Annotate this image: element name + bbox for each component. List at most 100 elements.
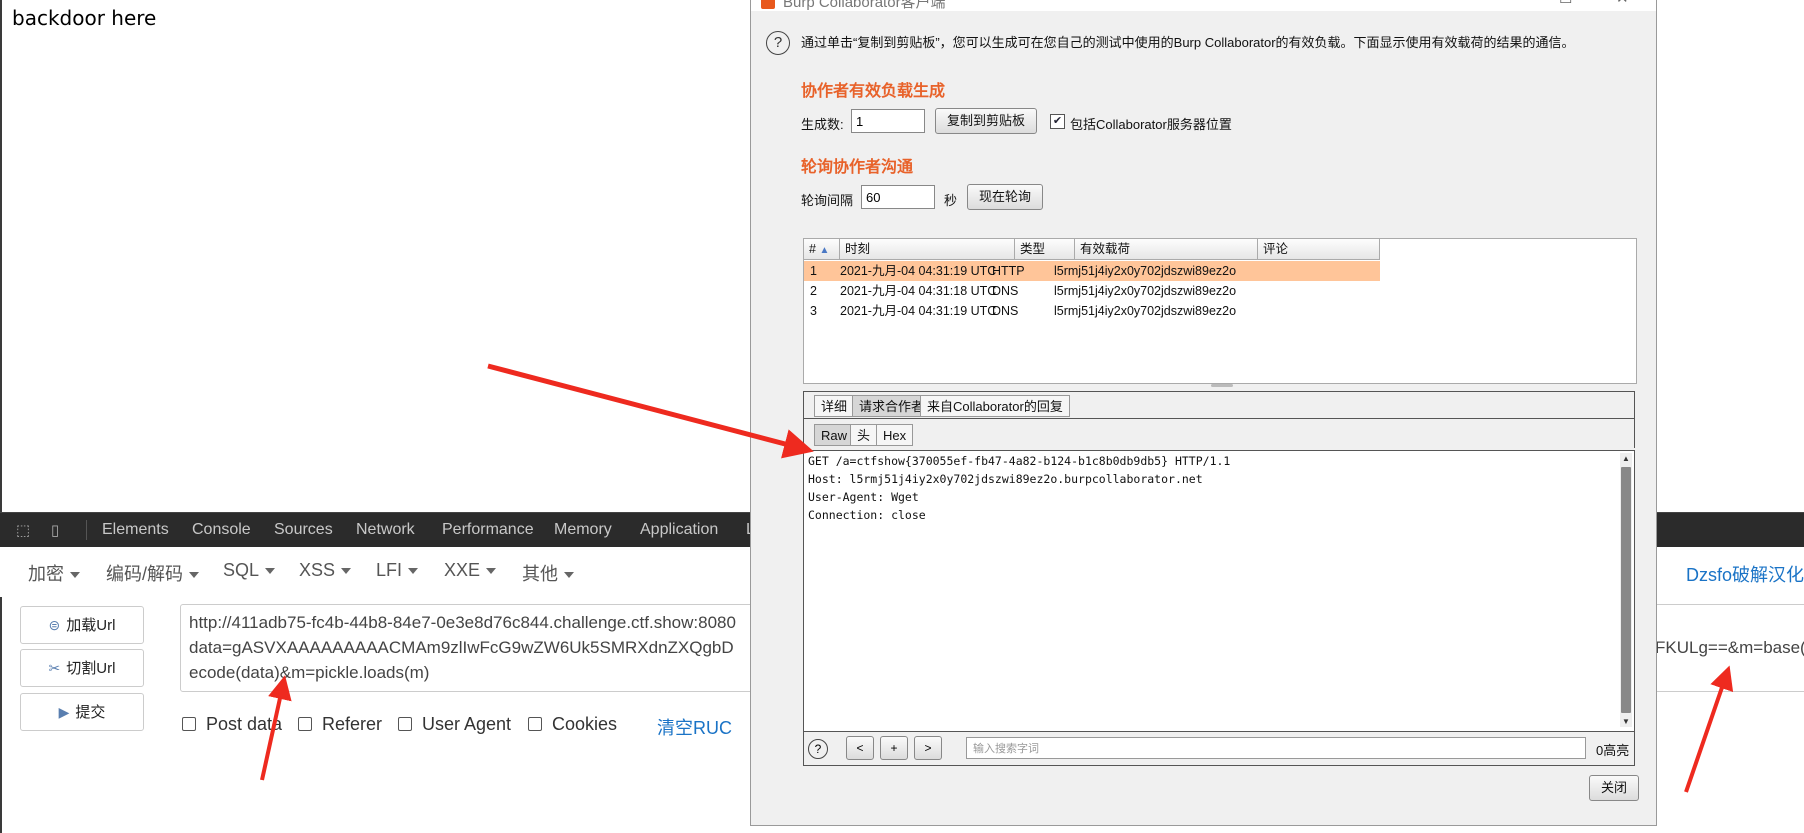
- url-line: http://411adb75-fc4b-44b8-84e7-0e3e8d76c…: [189, 613, 736, 632]
- menu-sql[interactable]: SQL: [223, 560, 276, 581]
- tab-raw[interactable]: Raw: [814, 424, 855, 446]
- close-button[interactable]: 关闭: [1589, 775, 1639, 801]
- tab-application[interactable]: Application: [640, 513, 718, 547]
- vertical-scrollbar[interactable]: ▲ ▼: [1620, 453, 1632, 727]
- tab-headers[interactable]: 头: [850, 424, 878, 446]
- post-data-option[interactable]: Post data: [182, 714, 282, 735]
- split-url-label: 切割Url: [66, 660, 116, 677]
- menu-encrypt[interactable]: 加密: [28, 560, 80, 586]
- referer-checkbox[interactable]: [298, 717, 312, 731]
- request-line: GET /a=ctfshow{370055ef-fb47-4a82-b124-b…: [808, 454, 1231, 468]
- search-bar: ? < + > 输入搜索字词 0高亮: [803, 732, 1635, 766]
- load-url-button[interactable]: ⊜ 加载Url: [20, 606, 144, 644]
- tab-elements[interactable]: Elements: [102, 513, 169, 547]
- menu-label: SQL: [223, 560, 260, 580]
- column-header-comment[interactable]: 评论: [1258, 239, 1380, 260]
- menu-encode[interactable]: 编码/解码: [106, 560, 200, 586]
- referer-option[interactable]: Referer: [298, 714, 382, 735]
- chevron-down-icon: [341, 568, 352, 575]
- table-row[interactable]: 1 2021-九月-04 04:31:19 UTC HTTP l5rmj51j4…: [804, 261, 1380, 281]
- column-header-number[interactable]: # ▲: [804, 239, 840, 260]
- user-agent-checkbox[interactable]: [398, 717, 412, 731]
- highlight-count: 0高亮: [1596, 743, 1630, 758]
- copy-to-clipboard-button[interactable]: 复制到剪贴板: [935, 108, 1037, 134]
- menu-label: 加密: [28, 564, 64, 584]
- minimize-icon[interactable]: —: [1503, 0, 1518, 6]
- cookies-label: Cookies: [552, 714, 618, 734]
- cookies-checkbox[interactable]: [528, 717, 542, 731]
- scroll-up-icon[interactable]: ▲: [1622, 454, 1630, 463]
- request-editor[interactable]: GET /a=ctfshow{370055ef-fb47-4a82-b124-b…: [803, 450, 1635, 732]
- poll-unit-label: 秒: [944, 193, 958, 208]
- tab-console[interactable]: Console: [192, 513, 251, 547]
- request-line: User-Agent: Wget: [808, 490, 919, 504]
- poll-interval-input[interactable]: 60: [861, 185, 935, 209]
- include-location-checkbox[interactable]: ✔: [1050, 114, 1065, 129]
- cell-type: DNS: [992, 304, 1019, 318]
- menu-xss[interactable]: XSS: [299, 560, 352, 581]
- post-data-checkbox[interactable]: [182, 717, 196, 731]
- cell-number: 2: [810, 284, 817, 298]
- window-title: Burp Collaborator客户端: [783, 0, 946, 11]
- search-input[interactable]: 输入搜索字词: [966, 737, 1586, 759]
- menu-xxe[interactable]: XXE: [444, 560, 497, 581]
- generate-count-input[interactable]: 1: [851, 109, 925, 133]
- tab-memory[interactable]: Memory: [554, 513, 612, 547]
- cell-time: 2021-九月-04 04:31:19 UTC: [840, 264, 997, 278]
- referer-label: Referer: [322, 714, 383, 734]
- page-text: backdoor here: [12, 6, 157, 30]
- inspect-icon[interactable]: ⬚: [14, 521, 32, 539]
- device-toggle-icon[interactable]: ▯: [46, 521, 64, 539]
- user-agent-label: User Agent: [422, 714, 512, 734]
- column-header-type[interactable]: 类型: [1015, 239, 1075, 260]
- cell-time: 2021-九月-04 04:31:19 UTC: [840, 304, 997, 318]
- column-label: #: [809, 242, 816, 256]
- tab-response[interactable]: 来自Collaborator的回复: [920, 395, 1070, 417]
- table-row[interactable]: 3 2021-九月-04 04:31:19 UTC DNS l5rmj51j4i…: [804, 301, 1380, 321]
- request-line: Host: l5rmj51j4iy2x0y702jdszwi89ez2o.bur…: [808, 472, 1203, 486]
- menu-label: LFI: [376, 560, 403, 580]
- post-data-label: Post data: [206, 714, 283, 734]
- split-pane-handle[interactable]: [1211, 384, 1233, 387]
- cookies-option[interactable]: Cookies: [528, 714, 617, 735]
- table-row[interactable]: 2 2021-九月-04 04:31:18 UTC DNS l5rmj51j4i…: [804, 281, 1380, 301]
- chevron-down-icon: [408, 568, 419, 575]
- scroll-down-icon[interactable]: ▼: [1622, 717, 1630, 726]
- url-line-tail: FKULg==&m=base(: [1655, 638, 1804, 657]
- sort-ascending-icon: ▲: [819, 245, 830, 256]
- column-header-time[interactable]: 时刻: [840, 239, 1015, 260]
- user-agent-option[interactable]: User Agent: [398, 714, 511, 735]
- clear-link[interactable]: 清空RUC: [657, 714, 732, 740]
- tab-details[interactable]: 详细: [814, 395, 855, 417]
- next-button[interactable]: >: [914, 736, 942, 760]
- detail-tabs: 详细 请求合作者 来自Collaborator的回复: [803, 391, 1635, 418]
- tab-network[interactable]: Network: [356, 513, 415, 547]
- menu-label: 编码/解码: [106, 564, 184, 584]
- close-icon[interactable]: ✕: [1616, 0, 1629, 7]
- help-icon[interactable]: ?: [808, 739, 828, 759]
- poll-section-title: 轮询协作者沟通: [801, 159, 914, 176]
- poll-now-button[interactable]: 现在轮询: [967, 184, 1043, 210]
- brand-link[interactable]: Dzsfo破解汉化: [1686, 561, 1804, 587]
- add-button[interactable]: +: [880, 736, 908, 760]
- window-edge: [0, 0, 2, 833]
- menu-other[interactable]: 其他: [522, 560, 574, 586]
- tab-performance[interactable]: Performance: [442, 513, 534, 547]
- cell-number: 3: [810, 304, 817, 318]
- cell-payload: l5rmj51j4iy2x0y702jdszwi89ez2o: [1054, 264, 1237, 278]
- chevron-down-icon: [70, 572, 80, 579]
- submit-button[interactable]: ▶ 提交: [20, 693, 144, 731]
- tab-hex[interactable]: Hex: [876, 424, 914, 446]
- menu-lfi[interactable]: LFI: [376, 560, 419, 581]
- tab-sources[interactable]: Sources: [274, 513, 333, 547]
- cell-number: 1: [810, 264, 817, 278]
- maximize-icon[interactable]: ☐: [1559, 0, 1572, 7]
- url-line: ecode(data)&m=pickle.loads(m): [189, 663, 430, 682]
- interactions-table: # ▲ 时刻 类型 有效载荷 评论 1 2021-九月-04 04:31:19 …: [803, 238, 1637, 384]
- column-header-payload[interactable]: 有效载荷: [1075, 239, 1258, 260]
- cell-type: DNS: [992, 284, 1019, 298]
- split-url-button[interactable]: ✂ 切割Url: [20, 649, 144, 687]
- scrollbar-thumb[interactable]: [1621, 467, 1631, 713]
- previous-button[interactable]: <: [846, 736, 874, 760]
- help-icon[interactable]: ?: [766, 31, 790, 55]
